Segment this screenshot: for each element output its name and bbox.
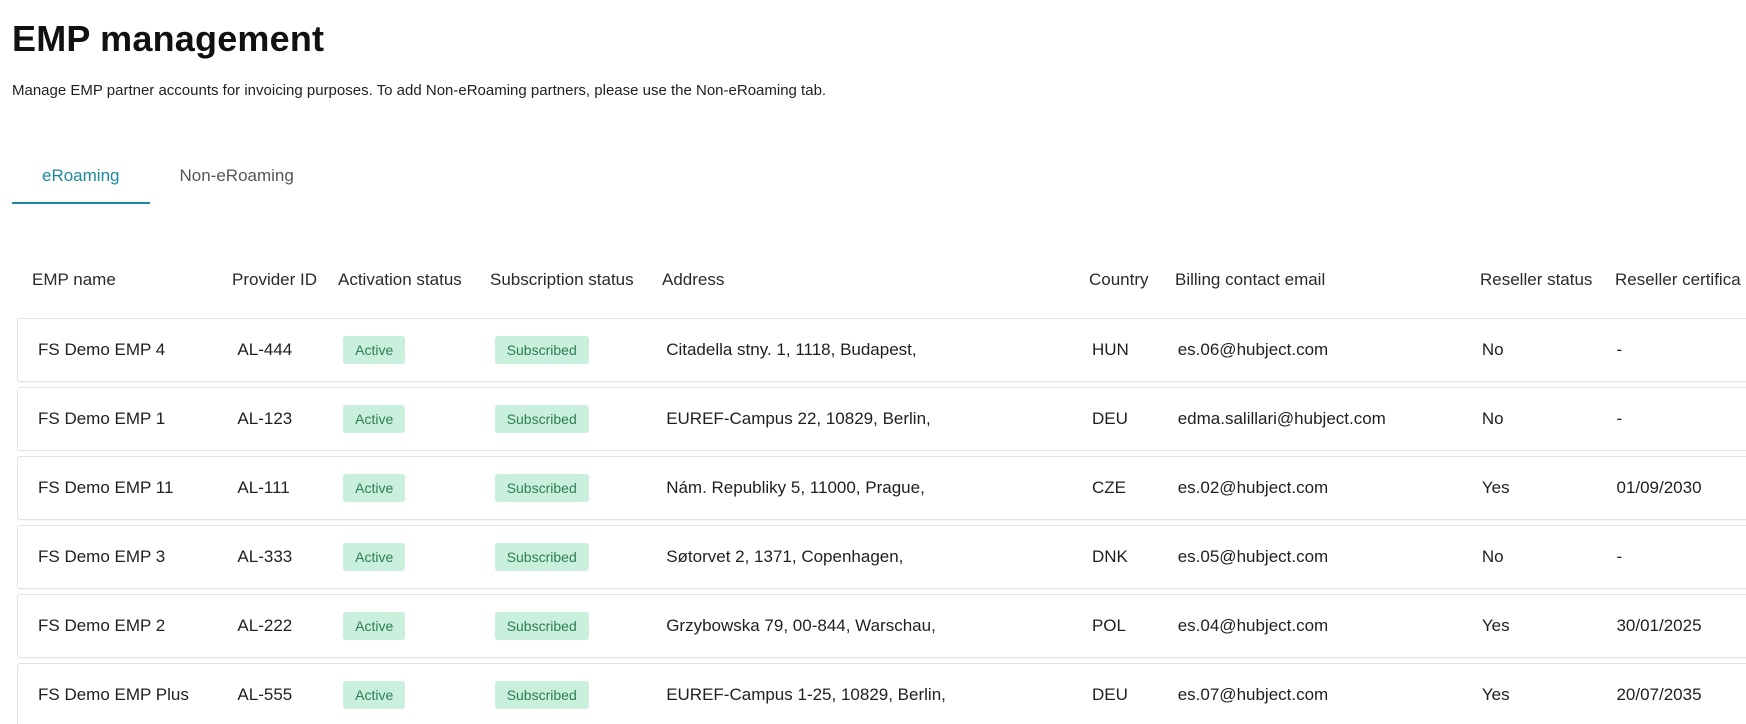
cell-address: EUREF-Campus 22, 10829, Berlin, [666, 409, 931, 428]
header-provider-id[interactable]: Provider ID [232, 270, 338, 290]
cell-reseller-certificate: 01/09/2030 [1616, 478, 1702, 497]
table-body: FS Demo EMP 4 AL-444 Active Subscribed C… [17, 318, 1746, 724]
cell-subscription-status: Subscribed [494, 543, 667, 571]
cell-address: Citadella stny. 1, 1118, Budapest, [666, 340, 917, 359]
cell-address: Nám. Republiky 5, 11000, Prague, [666, 478, 925, 497]
cell-country: POL [1091, 616, 1126, 635]
cell-billing-email: es.04@hubject.com [1177, 616, 1329, 635]
subscription-badge: Subscribed [494, 405, 589, 433]
subscription-badge: Subscribed [494, 336, 589, 364]
cell-country: DEU [1091, 685, 1128, 704]
header-billing-email[interactable]: Billing contact email [1175, 270, 1480, 290]
tab-bar: eRoaming Non-eRoaming [12, 150, 324, 204]
cell-reseller-status: No [1481, 547, 1504, 566]
activation-badge: Active [343, 405, 406, 433]
activation-badge: Active [343, 681, 406, 709]
cell-emp-name: FS Demo EMP 2 [38, 616, 166, 635]
subscription-badge: Subscribed [494, 612, 589, 640]
subscription-badge: Subscribed [494, 543, 589, 571]
header-activation-status[interactable]: Activation status [338, 270, 490, 290]
cell-subscription-status: Subscribed [494, 474, 667, 502]
page-subtitle: Manage EMP partner accounts for invoicin… [12, 82, 827, 99]
cell-emp-name: FS Demo EMP 1 [38, 409, 166, 428]
emp-management-page: EMP management Manage EMP partner accoun… [0, 0, 1746, 724]
cell-provider-id: AL-333 [237, 547, 293, 566]
header-emp-name[interactable]: EMP name [32, 270, 232, 290]
cell-provider-id: AL-123 [237, 409, 293, 428]
cell-activation-status: Active [343, 681, 495, 709]
page-title: EMP management [12, 18, 325, 59]
cell-activation-status: Active [343, 405, 495, 433]
cell-activation-status: Active [343, 612, 495, 640]
header-reseller-certificate[interactable]: Reseller certifica [1615, 270, 1746, 290]
cell-provider-id: AL-111 [237, 478, 290, 497]
subscription-badge: Subscribed [494, 681, 589, 709]
table-row[interactable]: FS Demo EMP 4 AL-444 Active Subscribed C… [17, 318, 1746, 382]
cell-billing-email: es.05@hubject.com [1177, 547, 1329, 566]
cell-subscription-status: Subscribed [494, 681, 667, 709]
tab-eroaming[interactable]: eRoaming [12, 150, 150, 204]
cell-reseller-status: Yes [1481, 685, 1510, 704]
cell-reseller-status: No [1481, 409, 1504, 428]
table-row[interactable]: FS Demo EMP Plus AL-555 Active Subscribe… [17, 663, 1746, 724]
cell-country: HUN [1091, 340, 1129, 359]
activation-badge: Active [343, 612, 406, 640]
subscription-badge: Subscribed [494, 474, 589, 502]
cell-billing-email: es.07@hubject.com [1177, 685, 1329, 704]
cell-address: Grzybowska 79, 00-844, Warschau, [666, 616, 936, 635]
cell-activation-status: Active [343, 336, 495, 364]
cell-provider-id: AL-222 [237, 616, 293, 635]
cell-billing-email: edma.salillari@hubject.com [1177, 409, 1386, 428]
cell-country: CZE [1091, 478, 1126, 497]
emp-table: EMP name Provider ID Activation status S… [17, 260, 1746, 724]
cell-provider-id: AL-444 [237, 340, 293, 359]
table-row[interactable]: FS Demo EMP 11 AL-111 Active Subscribed … [17, 456, 1746, 520]
cell-reseller-certificate: 20/07/2035 [1616, 685, 1702, 704]
table-row[interactable]: FS Demo EMP 3 AL-333 Active Subscribed S… [17, 525, 1746, 589]
cell-reseller-status: No [1481, 340, 1504, 359]
cell-reseller-certificate: - [1616, 409, 1623, 428]
cell-reseller-status: Yes [1481, 616, 1510, 635]
cell-subscription-status: Subscribed [494, 336, 667, 364]
cell-address: Søtorvet 2, 1371, Copenhagen, [666, 547, 904, 566]
cell-emp-name: FS Demo EMP 11 [38, 478, 174, 497]
header-reseller-status[interactable]: Reseller status [1480, 270, 1615, 290]
header-address[interactable]: Address [662, 270, 1089, 290]
cell-reseller-certificate: 30/01/2025 [1616, 616, 1702, 635]
activation-badge: Active [343, 543, 406, 571]
cell-emp-name: FS Demo EMP Plus [38, 685, 189, 704]
header-subscription-status[interactable]: Subscription status [490, 270, 662, 290]
cell-billing-email: es.06@hubject.com [1177, 340, 1329, 359]
cell-subscription-status: Subscribed [494, 405, 667, 433]
cell-reseller-status: Yes [1481, 478, 1510, 497]
cell-country: DNK [1091, 547, 1128, 566]
tab-non-eroaming[interactable]: Non-eRoaming [150, 150, 324, 204]
cell-activation-status: Active [343, 543, 495, 571]
activation-badge: Active [343, 336, 406, 364]
cell-activation-status: Active [343, 474, 495, 502]
cell-country: DEU [1091, 409, 1128, 428]
cell-provider-id: AL-555 [237, 685, 293, 704]
activation-badge: Active [343, 474, 406, 502]
table-row[interactable]: FS Demo EMP 1 AL-123 Active Subscribed E… [17, 387, 1746, 451]
cell-reseller-certificate: - [1616, 547, 1623, 566]
cell-emp-name: FS Demo EMP 4 [38, 340, 166, 359]
cell-reseller-certificate: - [1616, 340, 1623, 359]
cell-subscription-status: Subscribed [494, 612, 667, 640]
header-country[interactable]: Country [1089, 270, 1175, 290]
cell-billing-email: es.02@hubject.com [1177, 478, 1329, 497]
cell-emp-name: FS Demo EMP 3 [38, 547, 166, 566]
table-row[interactable]: FS Demo EMP 2 AL-222 Active Subscribed G… [17, 594, 1746, 658]
table-header: EMP name Provider ID Activation status S… [17, 260, 1746, 300]
cell-address: EUREF-Campus 1-25, 10829, Berlin, [666, 685, 946, 704]
